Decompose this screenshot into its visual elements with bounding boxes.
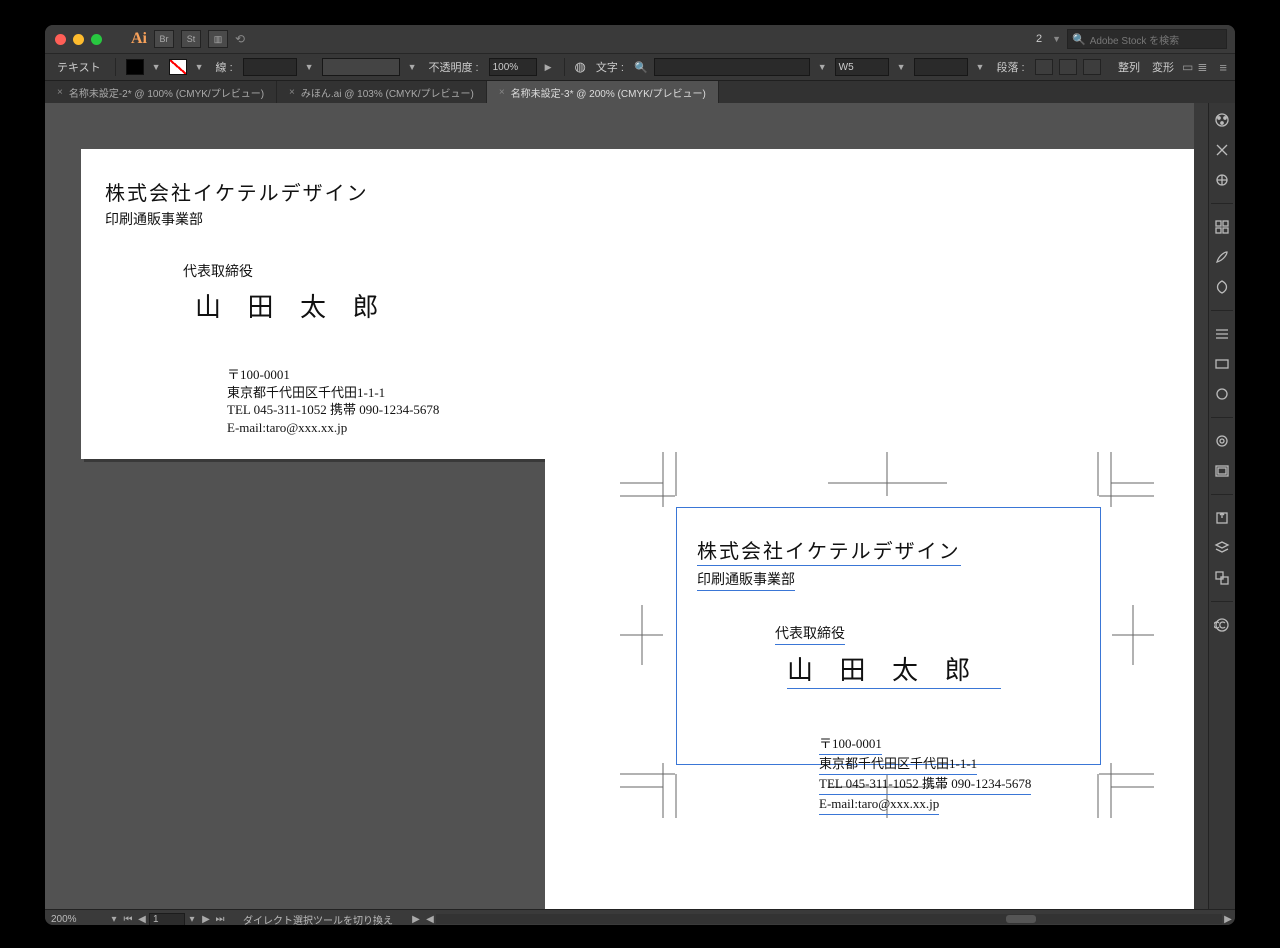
- status-hint: ダイレクト選択ツールを切り換え: [227, 912, 409, 926]
- cc-icon[interactable]: [1213, 616, 1231, 634]
- pref-icon2[interactable]: ≣: [1197, 60, 1207, 74]
- stock-search-input[interactable]: 🔍 Adobe Stock を検索: [1067, 29, 1227, 49]
- chevron-down-icon[interactable]: ▼: [1052, 34, 1061, 44]
- mode-label: テキスト: [53, 59, 105, 75]
- graphic-styles-icon[interactable]: [1213, 462, 1231, 480]
- tab-1[interactable]: ×みほん.ai @ 103% (CMYK/プレビュー): [277, 81, 487, 103]
- layers-icon[interactable]: [1213, 539, 1231, 557]
- library-icon[interactable]: [1213, 171, 1231, 189]
- stock-placeholder: Adobe Stock を検索: [1090, 32, 1179, 47]
- gradient-icon[interactable]: [1213, 355, 1231, 373]
- document-count: 2: [1032, 33, 1046, 45]
- arrange-icon[interactable]: ▥: [208, 30, 228, 48]
- char-search-icon[interactable]: 🔍: [634, 61, 648, 74]
- close-button[interactable]: [55, 34, 66, 45]
- zoom-button[interactable]: [91, 34, 102, 45]
- color-panel-icon[interactable]: [1213, 111, 1231, 129]
- stroke-panel-icon[interactable]: [1213, 325, 1231, 343]
- gpu-icon[interactable]: ⟲: [235, 32, 245, 46]
- prev-page-icon[interactable]: ◀: [135, 914, 149, 925]
- opacity-more[interactable]: ▶: [543, 62, 554, 73]
- page-field[interactable]: 1: [149, 913, 185, 926]
- document-tabs: ×名称未設定-2* @ 100% (CMYK/プレビュー) ×みほん.ai @ …: [45, 81, 1235, 103]
- company-name: 株式会社イケテルデザイン: [105, 177, 523, 206]
- brush-field[interactable]: [322, 58, 400, 76]
- opacity-label: 不透明度 :: [424, 59, 482, 75]
- bridge-icon[interactable]: Br: [154, 30, 174, 48]
- company-name[interactable]: 株式会社イケテルデザイン: [697, 535, 961, 566]
- font-size-field[interactable]: [914, 58, 968, 76]
- fill-swatch[interactable]: [126, 59, 144, 75]
- transform-panel-label[interactable]: 変形: [1148, 59, 1178, 75]
- align-center-icon[interactable]: [1059, 59, 1077, 75]
- tab-2[interactable]: ×名称未設定-3* @ 200% (CMYK/プレビュー): [487, 81, 719, 103]
- card-layout-editable[interactable]: 株式会社イケテルデザイン 印刷通販事業部 代表取締役 山 田 太 郎 〒100-…: [697, 535, 1031, 815]
- artboard-2: 株式会社イケテルデザイン 印刷通販事業部 代表取締役 山 田 太 郎 〒100-…: [545, 149, 1194, 909]
- chevron-down-icon[interactable]: ▾: [107, 914, 121, 925]
- close-icon[interactable]: ×: [57, 87, 63, 98]
- close-icon[interactable]: ×: [499, 87, 505, 98]
- right-panel-dock: [1208, 103, 1235, 909]
- horizontal-scrollbar[interactable]: [436, 914, 1222, 924]
- stroke-weight-field[interactable]: [243, 58, 297, 76]
- search-icon: 🔍: [1072, 33, 1086, 46]
- para-label: 段落 :: [992, 59, 1028, 75]
- stroke-label: 線 :: [212, 59, 237, 75]
- department: 印刷通販事業部: [105, 209, 523, 229]
- export-icon[interactable]: [1213, 509, 1231, 527]
- minimize-button[interactable]: [73, 34, 84, 45]
- canvas[interactable]: 株式会社イケテルデザイン 印刷通販事業部 代表取締役 山 田 太 郎 〒100-…: [45, 103, 1194, 909]
- symbols-icon[interactable]: [1213, 278, 1231, 296]
- opacity-field[interactable]: 100%: [489, 58, 537, 76]
- stock-icon[interactable]: St: [181, 30, 201, 48]
- brushes-icon[interactable]: [1213, 248, 1231, 266]
- align-right-icon[interactable]: [1083, 59, 1101, 75]
- char-label: 文字 :: [592, 59, 628, 75]
- app-logo: Ai: [131, 30, 147, 48]
- last-page-icon[interactable]: ⏭: [213, 914, 227, 925]
- font-weight-field[interactable]: W5: [835, 58, 889, 76]
- align-panel-label[interactable]: 整列: [1114, 59, 1144, 75]
- department[interactable]: 印刷通販事業部: [697, 569, 795, 591]
- font-family-field[interactable]: [654, 58, 810, 76]
- contact-block[interactable]: 〒100-0001 東京都千代田区千代田1-1-1 TEL 045-311-10…: [819, 735, 1031, 815]
- menu-icon[interactable]: ≡: [1219, 60, 1227, 75]
- close-icon[interactable]: ×: [289, 87, 295, 98]
- stroke-swatch[interactable]: [169, 59, 187, 75]
- pref-icon[interactable]: ▭: [1182, 60, 1193, 74]
- chevron-down-icon[interactable]: ▾: [185, 914, 199, 925]
- align-left-icon[interactable]: [1035, 59, 1053, 75]
- person-name[interactable]: 山 田 太 郎: [787, 650, 1001, 689]
- artboards-icon[interactable]: [1213, 569, 1231, 587]
- zoom-field[interactable]: 200%: [45, 914, 107, 925]
- recolor-icon[interactable]: ◍: [575, 59, 586, 75]
- person-name: 山 田 太 郎: [195, 287, 523, 324]
- color-guide-icon[interactable]: [1213, 141, 1231, 159]
- hint-play-icon[interactable]: ▶: [409, 914, 423, 925]
- tab-0[interactable]: ×名称未設定-2* @ 100% (CMYK/プレビュー): [45, 81, 277, 103]
- job-title: 代表取締役: [183, 261, 523, 281]
- vertical-scrollbar[interactable]: [1194, 103, 1208, 909]
- artboard-1: 株式会社イケテルデザイン 印刷通販事業部 代表取締役 山 田 太 郎 〒100-…: [81, 149, 547, 459]
- next-page-icon[interactable]: ▶: [199, 914, 213, 925]
- transparency-icon[interactable]: [1213, 385, 1231, 403]
- swatches-icon[interactable]: [1213, 218, 1231, 236]
- job-title[interactable]: 代表取締役: [775, 623, 845, 645]
- chevron-down-icon[interactable]: ▼: [193, 62, 206, 72]
- contact-block: 〒100-0001 東京都千代田区千代田1-1-1 TEL 045-311-10…: [227, 366, 523, 436]
- first-page-icon[interactable]: ⏮: [121, 914, 135, 925]
- appearance-icon[interactable]: [1213, 432, 1231, 450]
- chevron-down-icon[interactable]: ▼: [150, 62, 163, 72]
